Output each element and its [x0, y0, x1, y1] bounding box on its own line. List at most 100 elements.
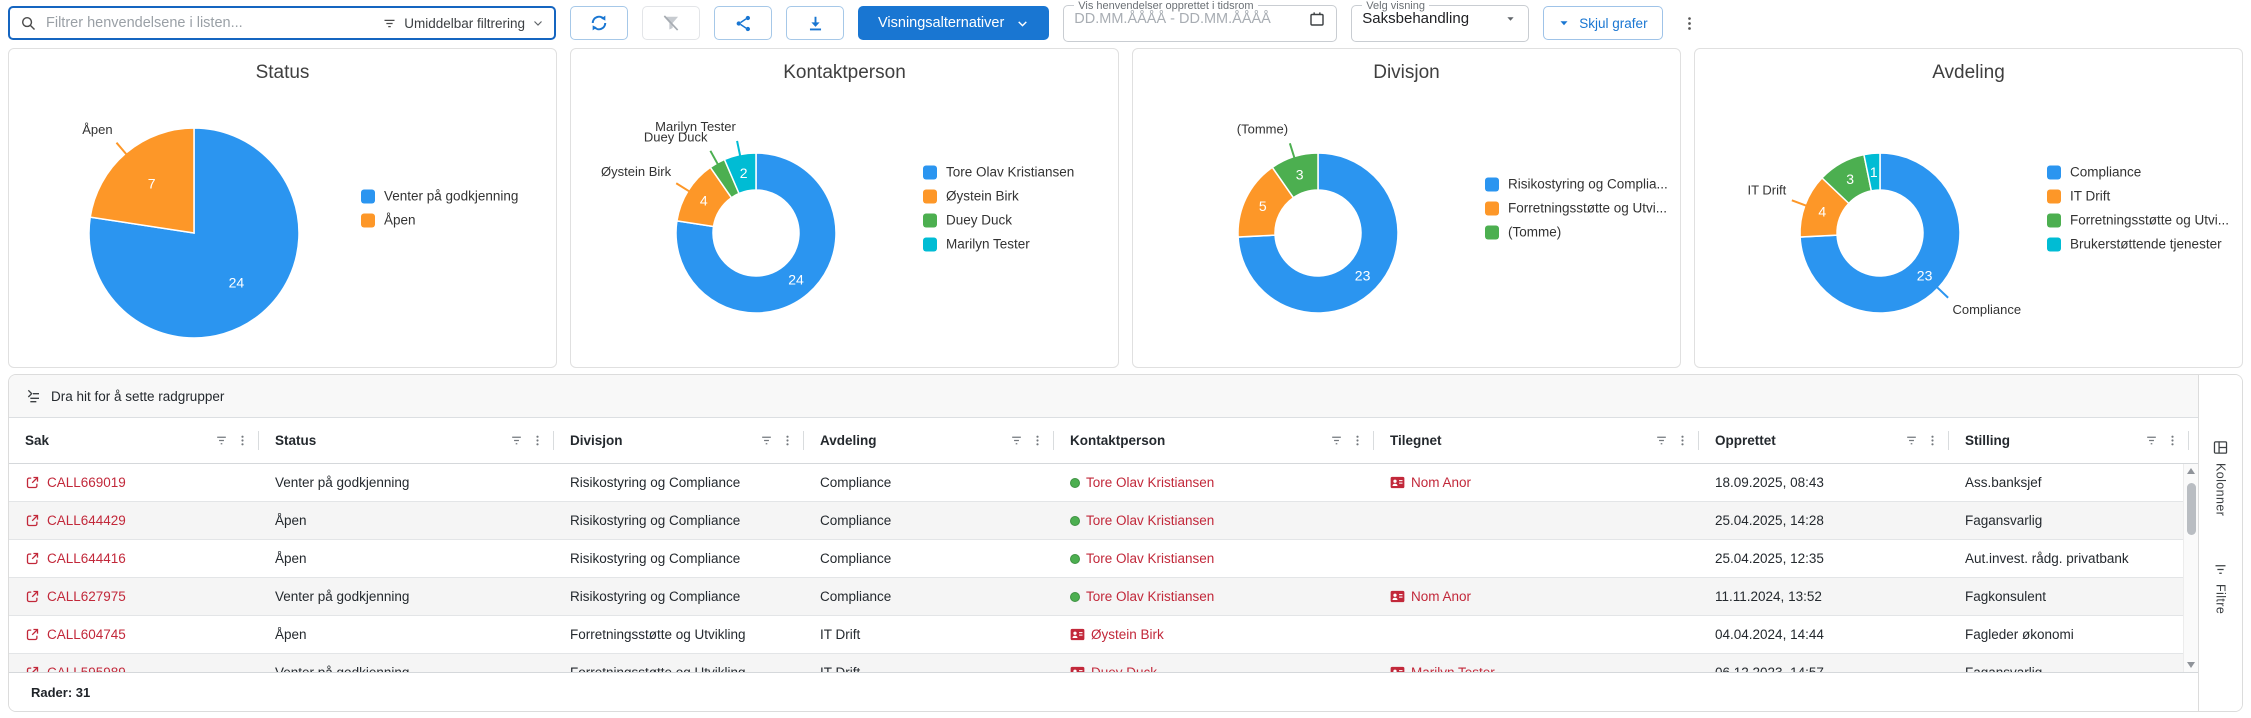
column-filter-icon[interactable] [1655, 434, 1668, 447]
view-select-value: Saksbehandling [1362, 10, 1495, 27]
person-link[interactable]: Tore Olav Kristiansen [1086, 513, 1214, 528]
cell-tilegnet [1374, 502, 1699, 539]
table-row[interactable]: CALL669019Venter på godkjenningRisikosty… [9, 464, 2198, 502]
person-link[interactable]: Nom Anor [1411, 589, 1471, 604]
request-link[interactable]: CALL627975 [47, 589, 126, 604]
column-menu-icon[interactable] [1351, 434, 1364, 447]
column-filter-icon[interactable] [215, 434, 228, 447]
open-request-icon[interactable] [25, 589, 40, 604]
legend-item[interactable]: Marilyn Tester [923, 237, 1074, 252]
person-link[interactable]: Tore Olav Kristiansen [1086, 475, 1214, 490]
column-header-tilegnet[interactable]: Tilegnet [1374, 418, 1699, 463]
open-request-icon[interactable] [25, 627, 40, 642]
column-header-kontaktperson[interactable]: Kontaktperson [1054, 418, 1374, 463]
table-row[interactable]: CALL644416 Åpen Risikostyring og Complianc… [9, 540, 2198, 578]
legend-item[interactable]: Risikostyring og Complia... [1485, 177, 1668, 192]
request-link[interactable]: CALL595989 [47, 665, 126, 672]
view-options-button[interactable]: Visningsalternativer [858, 6, 1049, 40]
column-menu-icon[interactable] [531, 434, 544, 447]
cell-status: Åpen [259, 540, 554, 577]
column-filter-icon[interactable] [510, 434, 523, 447]
person-link[interactable]: Tore Olav Kristiansen [1086, 551, 1214, 566]
search-input[interactable]: Filtrer henvendelsene i listen... [46, 15, 373, 31]
cell-avdeling: Compliance [804, 502, 1054, 539]
cell-stilling: Fagkonsulent [1949, 578, 2189, 615]
contact-card-icon [1390, 590, 1405, 603]
scrollbar-thumb[interactable] [2187, 483, 2196, 535]
filter-mode-dropdown[interactable]: Umiddelbar filtrering [382, 16, 544, 31]
request-link[interactable]: CALL644429 [47, 513, 126, 528]
tab-kolonner[interactable]: Kolonner [2212, 439, 2229, 516]
column-header-divisjon[interactable]: Divisjon [554, 418, 804, 463]
pie-slice[interactable] [90, 128, 194, 233]
legend-item[interactable]: Forretningsstøtte og Utvi... [1485, 201, 1668, 216]
opprettet-text: 25.04.2025, 12:35 [1715, 551, 1824, 566]
column-menu-icon[interactable] [1031, 434, 1044, 447]
person-link[interactable]: Øystein Birk [1091, 627, 1164, 642]
tab-filtre[interactable]: Filtre [2213, 562, 2228, 614]
hide-charts-button[interactable]: Skjul grafer [1543, 6, 1662, 40]
legend-item[interactable]: Tore Olav Kristiansen [923, 165, 1074, 180]
open-request-icon[interactable] [25, 513, 40, 528]
person-link[interactable]: Marilyn Tester [1411, 665, 1495, 672]
divisjon-text: Risikostyring og Compliance [570, 551, 740, 566]
legend-item[interactable]: Duey Duck [923, 213, 1074, 228]
request-link[interactable]: CALL669019 [47, 475, 126, 490]
avdeling-text: Compliance [820, 551, 891, 566]
person-link[interactable]: Duey Duck [1091, 665, 1157, 672]
cell-opprettet: 25.04.2025, 12:35 [1699, 540, 1949, 577]
column-filter-icon[interactable] [1330, 434, 1343, 447]
view-select[interactable]: Saksbehandling [1362, 10, 1518, 27]
status-text: Venter på godkjenning [275, 665, 409, 672]
search-box[interactable]: Filtrer henvendelsene i listen... Umidde… [8, 6, 556, 40]
legend-item[interactable]: Forretningsstøtte og Utvi... [2047, 213, 2229, 228]
column-menu-icon[interactable] [1926, 434, 1939, 447]
request-link[interactable]: CALL604745 [47, 627, 126, 642]
column-filter-icon[interactable] [1010, 434, 1023, 447]
legend-item[interactable]: IT Drift [2047, 189, 2229, 204]
clear-filter-button[interactable] [642, 6, 700, 40]
legend-item[interactable]: Compliance [2047, 165, 2229, 180]
scroll-down-arrow[interactable] [2187, 662, 2195, 668]
legend-swatch [361, 213, 375, 227]
download-button[interactable] [786, 6, 844, 40]
table-row[interactable]: CALL644429ÅpenRisikostyring og Complianc… [9, 502, 2198, 540]
column-menu-icon[interactable] [2166, 434, 2179, 447]
column-filter-icon[interactable] [1905, 434, 1918, 447]
contact-card-icon [1070, 666, 1085, 672]
open-request-icon[interactable] [25, 475, 40, 490]
column-filter-icon[interactable] [2145, 434, 2158, 447]
column-menu-icon[interactable] [781, 434, 794, 447]
column-header-status[interactable]: Status [259, 418, 554, 463]
column-menu-icon[interactable] [236, 434, 249, 447]
row-group-dropzone[interactable]: Dra hit for å sette radgrupper [9, 375, 2198, 418]
column-header-sak[interactable]: Sak [9, 418, 259, 463]
request-link[interactable]: CALL644416 [47, 551, 126, 566]
legend-item[interactable]: Øystein Birk [923, 189, 1074, 204]
date-range-input[interactable]: DD.MM.ÅÅÅÅ - DD.MM.ÅÅÅÅ [1074, 11, 1300, 27]
table-row[interactable]: CALL604745ÅpenForretningsstøtte og Utvik… [9, 616, 2198, 654]
kebab-menu-button[interactable] [1677, 6, 1703, 40]
legend-item[interactable]: Venter på godkjenning [361, 189, 518, 204]
refresh-button[interactable] [570, 6, 628, 40]
cell-tilegnet [1374, 616, 1699, 653]
table-row[interactable]: CALL595989Venter på godkjenningForretnin… [9, 654, 2198, 672]
column-header-avdeling[interactable]: Avdeling [804, 418, 1054, 463]
legend-item[interactable]: (Tomme) [1485, 225, 1668, 240]
legend-item[interactable]: Brukerstøttende tjenester [2047, 237, 2229, 252]
column-header-stilling[interactable]: Stilling [1949, 418, 2189, 463]
table-row[interactable]: CALL627975Venter på godkjenningRisikosty… [9, 578, 2198, 616]
column-filter-icon[interactable] [760, 434, 773, 447]
open-request-icon[interactable] [25, 551, 40, 566]
person-link[interactable]: Nom Anor [1411, 475, 1471, 490]
column-label: Avdeling [820, 433, 877, 448]
vertical-scrollbar[interactable] [2183, 464, 2198, 672]
person-link[interactable]: Tore Olav Kristiansen [1086, 589, 1214, 604]
legend-item[interactable]: Åpen [361, 213, 518, 228]
calendar-icon[interactable] [1308, 10, 1326, 28]
open-request-icon[interactable] [25, 665, 40, 672]
scroll-up-arrow[interactable] [2187, 468, 2195, 474]
share-button[interactable] [714, 6, 772, 40]
column-menu-icon[interactable] [1676, 434, 1689, 447]
column-header-opprettet[interactable]: Opprettet [1699, 418, 1949, 463]
